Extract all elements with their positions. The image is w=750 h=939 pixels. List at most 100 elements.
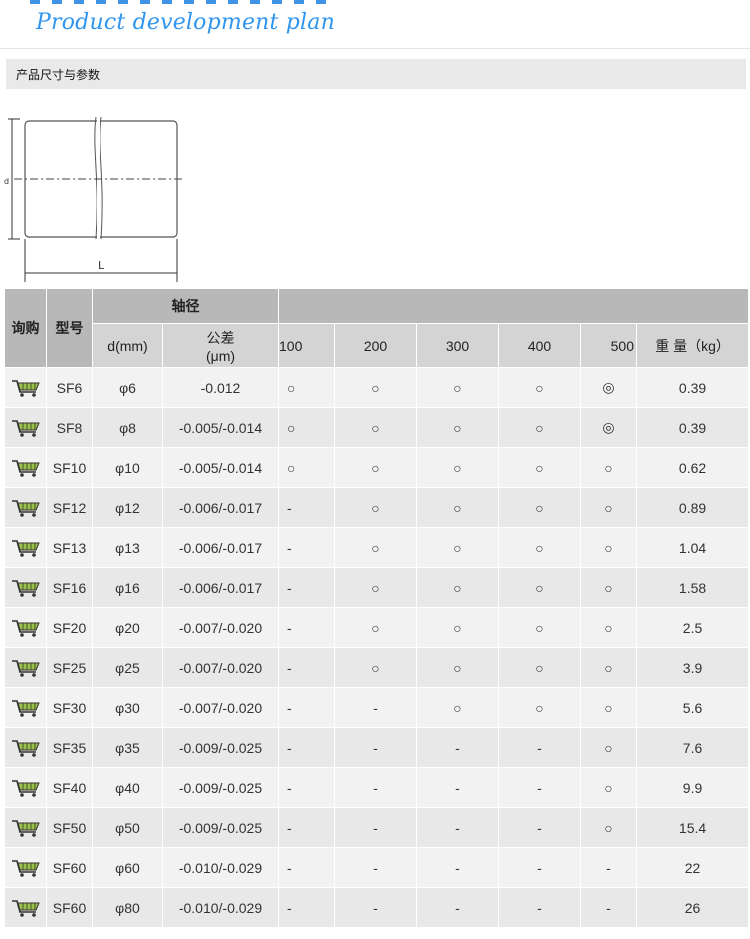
weight-cell: 5.6 <box>635 687 750 728</box>
availability-cell: ○ <box>416 407 499 448</box>
cart-cell[interactable] <box>4 407 47 448</box>
weight-cell: 3.9 <box>635 647 750 688</box>
shopping-cart-icon[interactable] <box>11 498 41 518</box>
availability-cell: ○ <box>498 527 581 568</box>
availability-cell: ○ <box>416 367 499 408</box>
tolerance-cell: -0.009/-0.025 <box>162 727 279 768</box>
diameter-cell: φ12 <box>92 487 163 528</box>
model-cell: SF6 <box>46 367 93 408</box>
shopping-cart-icon[interactable] <box>11 778 41 798</box>
hero-decoration <box>30 0 330 4</box>
availability-cell: ○ <box>416 567 499 608</box>
cart-cell[interactable] <box>4 447 47 488</box>
diameter-cell: φ40 <box>92 767 163 808</box>
tolerance-cell: -0.010/-0.029 <box>162 847 279 888</box>
model-cell: SF16 <box>46 567 93 608</box>
availability-cell: - <box>278 887 335 928</box>
availability-cell: ○ <box>334 567 417 608</box>
tolerance-cell: -0.009/-0.025 <box>162 807 279 848</box>
shopping-cart-icon[interactable] <box>11 858 41 878</box>
cart-cell[interactable] <box>4 887 47 928</box>
availability-cell: - <box>278 847 335 888</box>
availability-cell: ○ <box>498 367 581 408</box>
diameter-cell: φ16 <box>92 567 163 608</box>
availability-cell: ○ <box>416 607 499 648</box>
model-cell: SF20 <box>46 607 93 648</box>
table-row: SF25 φ25 -0.007/-0.020- ○ ○ ○ ○ 3.9 <box>4 647 750 688</box>
availability-cell: ○ <box>580 647 637 688</box>
shopping-cart-icon[interactable] <box>11 618 41 638</box>
cart-cell[interactable] <box>4 647 47 688</box>
availability-cell: ○ <box>416 487 499 528</box>
shopping-cart-icon[interactable] <box>11 898 41 918</box>
header-length-500: 500 <box>580 323 637 368</box>
availability-cell: - <box>580 887 637 928</box>
tolerance-cell: -0.005/-0.014 <box>162 447 279 488</box>
header-length-200: 200 <box>334 323 417 368</box>
header-tolerance: 公差 (μm) <box>162 323 279 368</box>
cart-cell[interactable] <box>4 807 47 848</box>
tolerance-cell: -0.010/-0.029 <box>162 887 279 928</box>
table-row: SF50 φ50 -0.009/-0.025- - - - ○ 15.4 <box>4 807 750 848</box>
table-row: SF13 φ13 -0.006/-0.017- ○ ○ ○ ○ 1.04 <box>4 527 750 568</box>
header-length-300: 300 <box>416 323 499 368</box>
availability-cell: ○ <box>498 687 581 728</box>
availability-cell: - <box>498 807 581 848</box>
availability-cell: - <box>334 767 417 808</box>
table-row: SF60 φ60 -0.010/-0.029- - - - -22 <box>4 847 750 888</box>
weight-cell: 0.39 <box>635 407 750 448</box>
model-cell: SF30 <box>46 687 93 728</box>
table-row: SF30 φ30 -0.007/-0.020- - ○ ○ ○ 5.6 <box>4 687 750 728</box>
availability-cell: - <box>416 727 499 768</box>
shopping-cart-icon[interactable] <box>11 578 41 598</box>
cart-cell[interactable] <box>4 727 47 768</box>
availability-cell: - <box>334 887 417 928</box>
cart-cell[interactable] <box>4 527 47 568</box>
diameter-cell: φ8 <box>92 407 163 448</box>
availability-cell: - <box>278 807 335 848</box>
shopping-cart-icon[interactable] <box>11 698 41 718</box>
tolerance-cell: -0.007/-0.020 <box>162 647 279 688</box>
availability-cell: - <box>334 847 417 888</box>
availability-cell: ○ <box>334 607 417 648</box>
model-cell: SF60 <box>46 847 93 888</box>
model-cell: SF8 <box>46 407 93 448</box>
shopping-cart-icon[interactable] <box>11 378 41 398</box>
shopping-cart-icon[interactable] <box>11 738 41 758</box>
availability-cell: - <box>278 767 335 808</box>
availability-cell: - <box>580 847 637 888</box>
availability-cell: ○ <box>498 447 581 488</box>
cart-cell[interactable] <box>4 847 47 888</box>
cart-cell[interactable] <box>4 567 47 608</box>
table-row: SF20 φ20 -0.007/-0.020- ○ ○ ○ ○ 2.5 <box>4 607 750 648</box>
model-cell: SF10 <box>46 447 93 488</box>
weight-cell: 1.04 <box>635 527 750 568</box>
tolerance-cell: -0.006/-0.017 <box>162 487 279 528</box>
cart-cell[interactable] <box>4 487 47 528</box>
cart-cell[interactable] <box>4 367 47 408</box>
cart-cell[interactable] <box>4 607 47 648</box>
shopping-cart-icon[interactable] <box>11 458 41 478</box>
availability-cell: - <box>416 887 499 928</box>
shaft-diagram: d L <box>0 89 750 287</box>
availability-cell: - <box>278 567 335 608</box>
availability-cell: ○ <box>580 727 637 768</box>
tolerance-cell: -0.007/-0.020 <box>162 607 279 648</box>
table-row: SF10 φ10 -0.005/-0.014 ○ ○ ○ ○ ○ 0.62 <box>4 447 750 488</box>
shopping-cart-icon[interactable] <box>11 818 41 838</box>
availability-cell: ○ <box>334 487 417 528</box>
availability-cell: ○ <box>416 447 499 488</box>
shopping-cart-icon[interactable] <box>11 418 41 438</box>
header-length-100: 100 <box>278 323 335 368</box>
cart-cell[interactable] <box>4 767 47 808</box>
header-weight: 重 量（kg） <box>635 323 750 368</box>
cart-cell[interactable] <box>4 687 47 728</box>
header-d-mm: d(mm) <box>92 323 163 368</box>
availability-cell: ○ <box>334 647 417 688</box>
shopping-cart-icon[interactable] <box>11 658 41 678</box>
shaft-drawing: d L <box>4 116 185 282</box>
diameter-cell: φ80 <box>92 887 163 928</box>
shopping-cart-icon[interactable] <box>11 538 41 558</box>
section-header: 产品尺寸与参数 <box>6 59 746 89</box>
tolerance-cell: -0.006/-0.017 <box>162 527 279 568</box>
